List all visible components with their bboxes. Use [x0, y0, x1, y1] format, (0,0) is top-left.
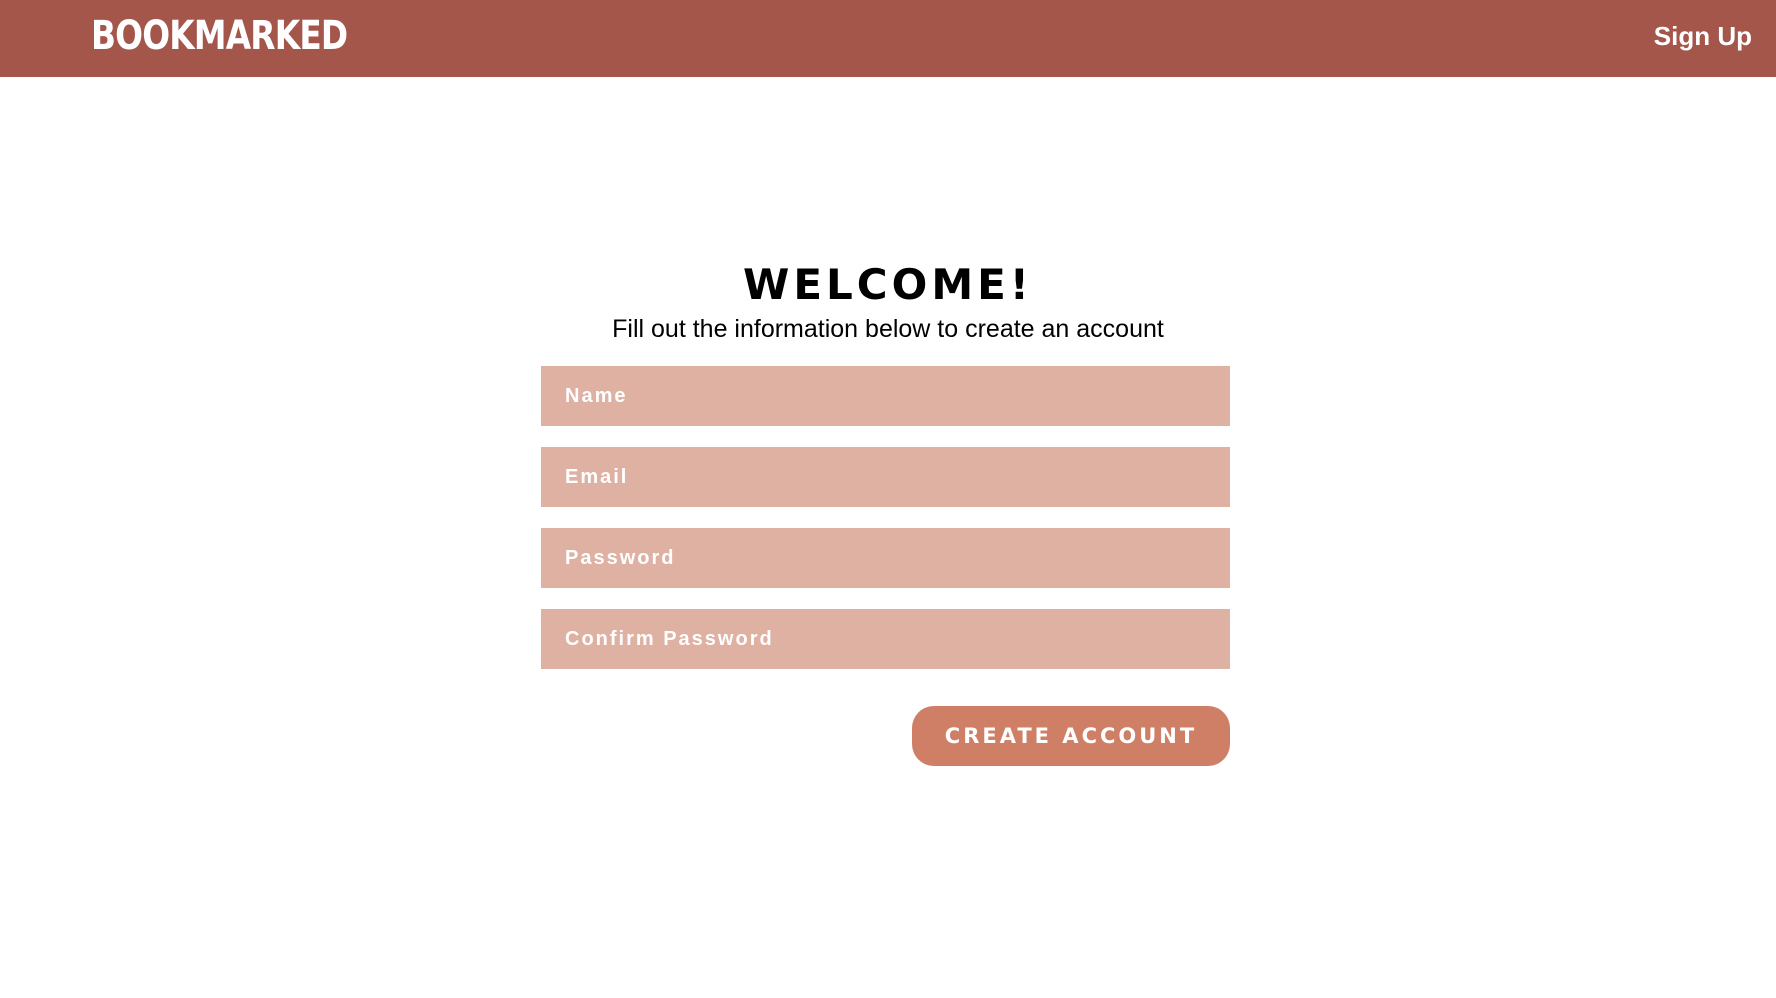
brand-logo[interactable]: BOOKMARKED: [91, 16, 348, 56]
name-field[interactable]: [541, 366, 1230, 426]
signup-link[interactable]: Sign Up: [1654, 21, 1752, 51]
email-field[interactable]: [541, 447, 1230, 507]
top-navigation-bar: BOOKMARKED Sign Up: [0, 0, 1776, 77]
confirm-password-field[interactable]: [541, 609, 1230, 669]
page-title: WELCOME!: [743, 260, 1033, 309]
password-field[interactable]: [541, 528, 1230, 588]
page-subtitle: Fill out the information below to create…: [612, 315, 1164, 343]
create-account-button[interactable]: CREATE ACCOUNT: [912, 706, 1230, 766]
